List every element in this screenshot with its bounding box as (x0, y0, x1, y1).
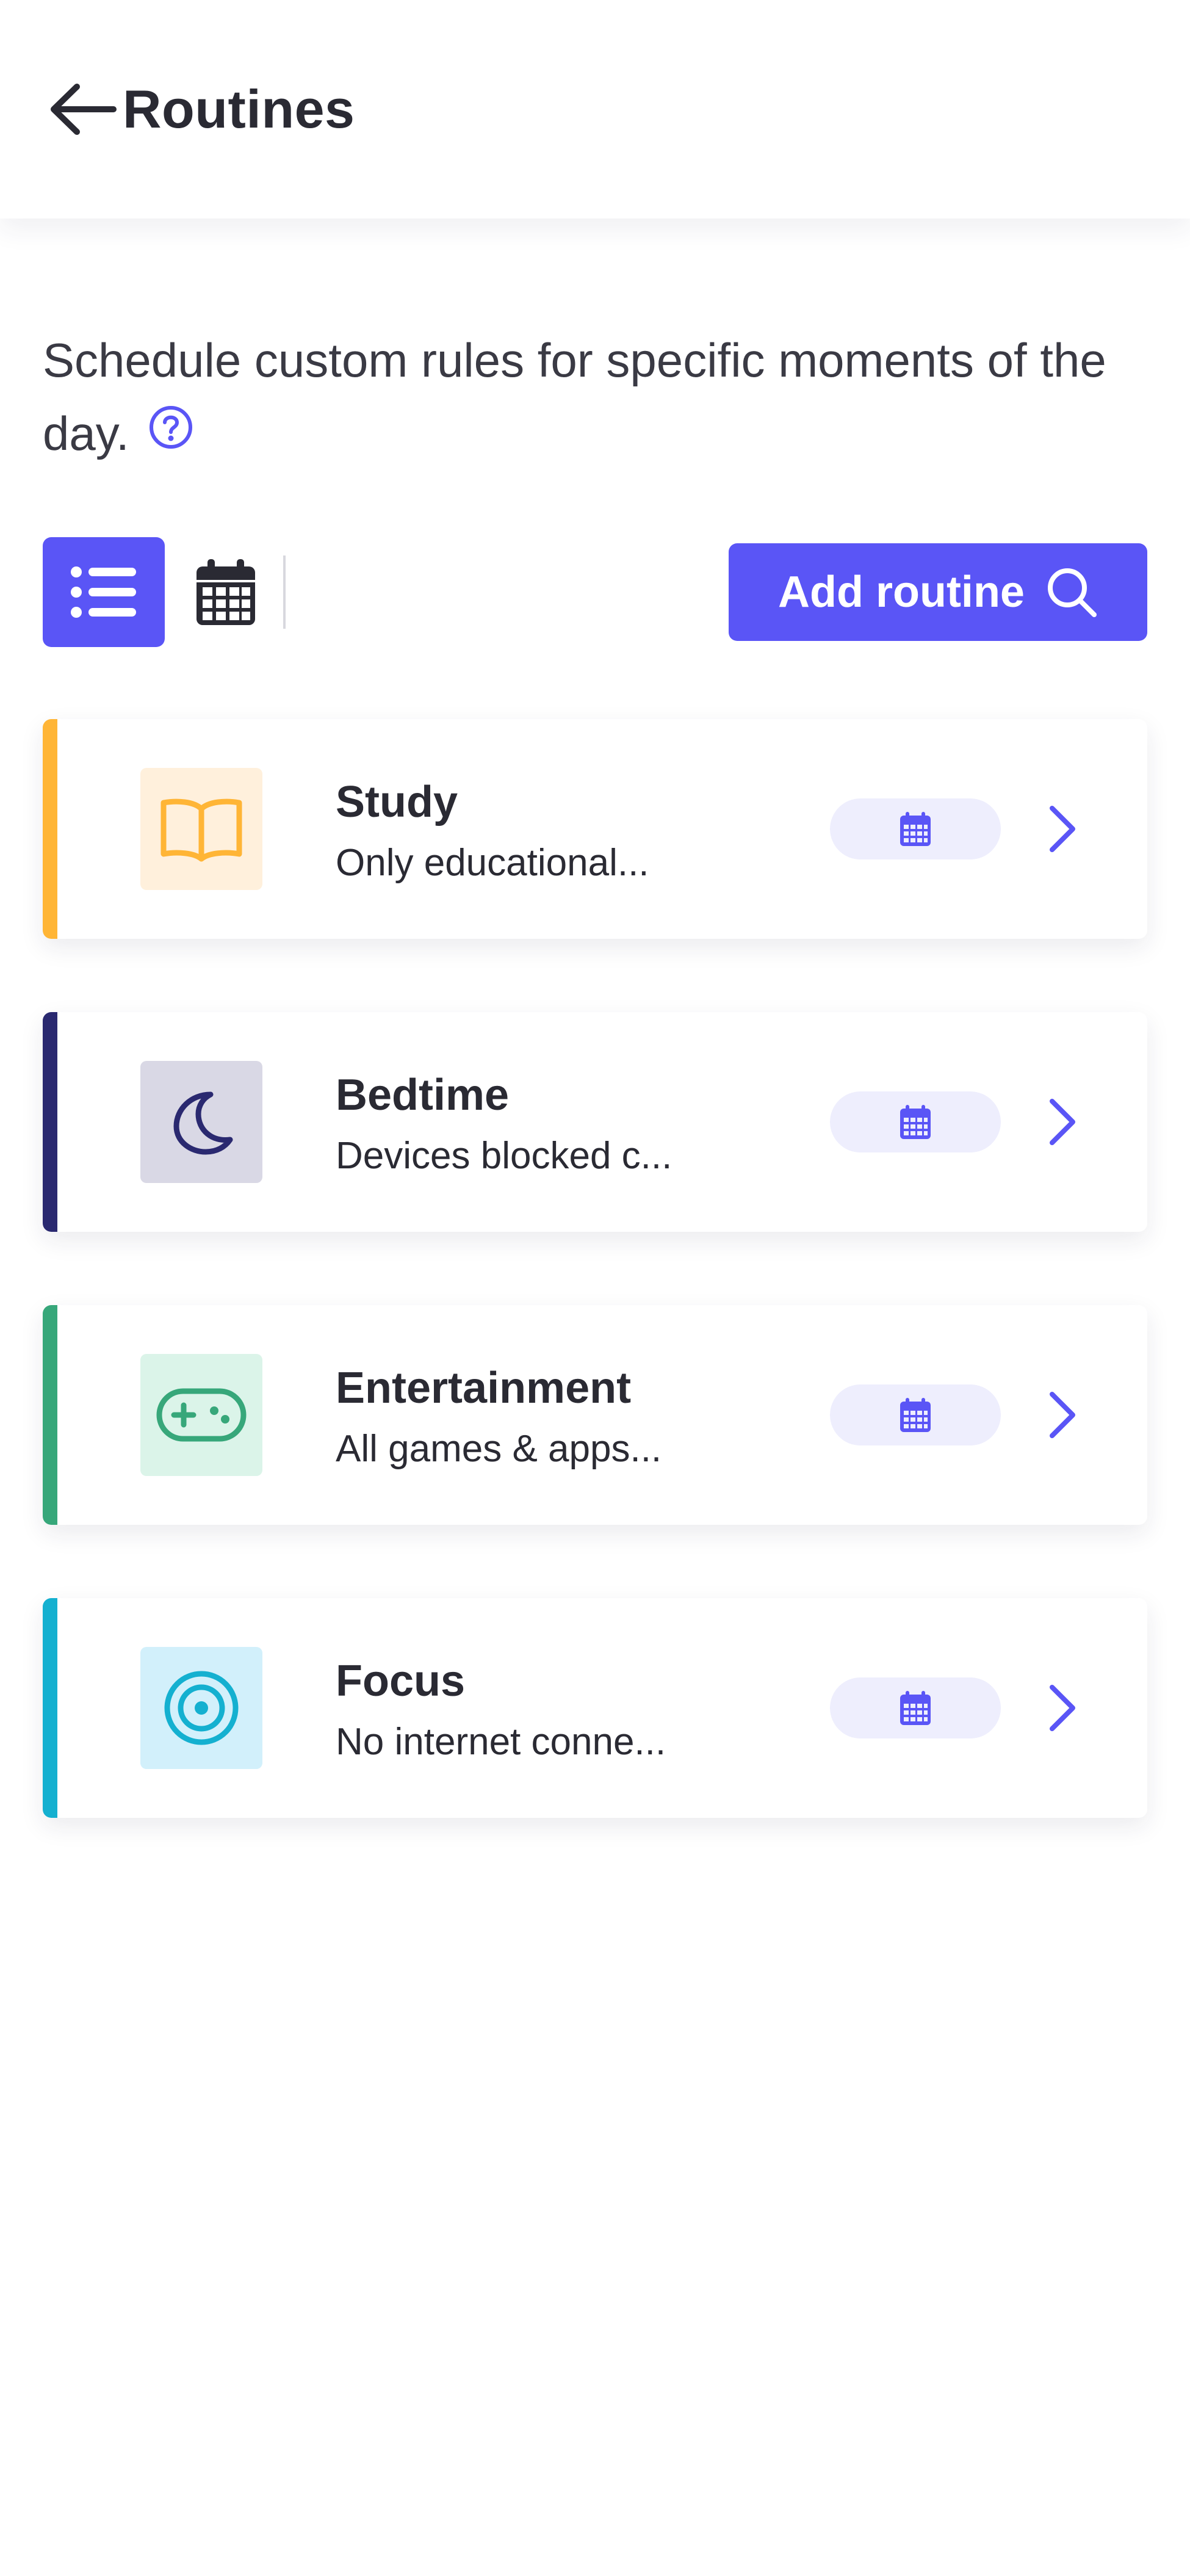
app-header: Routines (0, 0, 1190, 219)
toolbar: Add routine (43, 537, 1147, 647)
list-icon (71, 566, 136, 618)
routine-name: Bedtime (336, 1071, 510, 1120)
routine-name: Focus (336, 1657, 466, 1706)
routine-list: Study Only educational... Bedtime Device… (43, 719, 1147, 1891)
icon-tile (140, 1647, 262, 1769)
routine-description: Devices blocked c... (336, 1135, 673, 1177)
search-icon (1047, 568, 1097, 617)
schedule-pill[interactable] (830, 1091, 1001, 1152)
add-routine-button[interactable]: Add routine (729, 543, 1147, 641)
chevron-right-icon[interactable] (1031, 1677, 1092, 1738)
accent-bar (43, 719, 57, 939)
routine-description: No internet conne... (336, 1721, 666, 1763)
calendar-icon (900, 1105, 931, 1139)
page-description: Schedule custom rules for specific momen… (43, 324, 1153, 474)
accent-bar (43, 1012, 57, 1232)
routine-name: Entertainment (336, 1364, 632, 1413)
chevron-right-icon[interactable] (1031, 1091, 1092, 1152)
icon-tile (140, 768, 262, 890)
calendar-icon (197, 559, 255, 625)
page-title: Routines (123, 79, 355, 139)
target-icon (164, 1671, 239, 1745)
gamepad-icon (156, 1388, 247, 1442)
add-routine-label: Add routine (778, 568, 1025, 617)
icon-tile (140, 1061, 262, 1183)
icon-tile (140, 1354, 262, 1476)
routine-description: Only educational... (336, 842, 649, 884)
back-button[interactable] (48, 76, 121, 143)
book-icon (160, 798, 242, 862)
accent-bar (43, 1598, 57, 1818)
accent-bar (43, 1305, 57, 1525)
chevron-right-icon[interactable] (1031, 1384, 1092, 1445)
routine-card-study[interactable]: Study Only educational... (43, 719, 1147, 939)
routine-name: Study (336, 778, 458, 827)
calendar-icon (900, 812, 931, 846)
routine-description: All games & apps... (336, 1428, 662, 1470)
list-view-button[interactable] (43, 537, 165, 647)
routine-card-bedtime[interactable]: Bedtime Devices blocked c... (43, 1012, 1147, 1232)
chevron-right-icon[interactable] (1031, 798, 1092, 859)
routine-card-entertainment[interactable]: Entertainment All games & apps... (43, 1305, 1147, 1525)
calendar-icon (900, 1398, 931, 1432)
routine-card-focus[interactable]: Focus No internet conne... (43, 1598, 1147, 1818)
calendar-view-button[interactable] (189, 555, 262, 629)
schedule-pill[interactable] (830, 1677, 1001, 1738)
schedule-pill[interactable] (830, 1384, 1001, 1445)
toolbar-divider (283, 555, 286, 629)
arrow-left-icon (51, 84, 117, 135)
question-circle-icon[interactable] (148, 397, 193, 470)
calendar-icon (900, 1691, 931, 1725)
description-text: Schedule custom rules for specific momen… (43, 333, 1106, 460)
schedule-pill[interactable] (830, 798, 1001, 859)
moon-icon (173, 1091, 233, 1155)
